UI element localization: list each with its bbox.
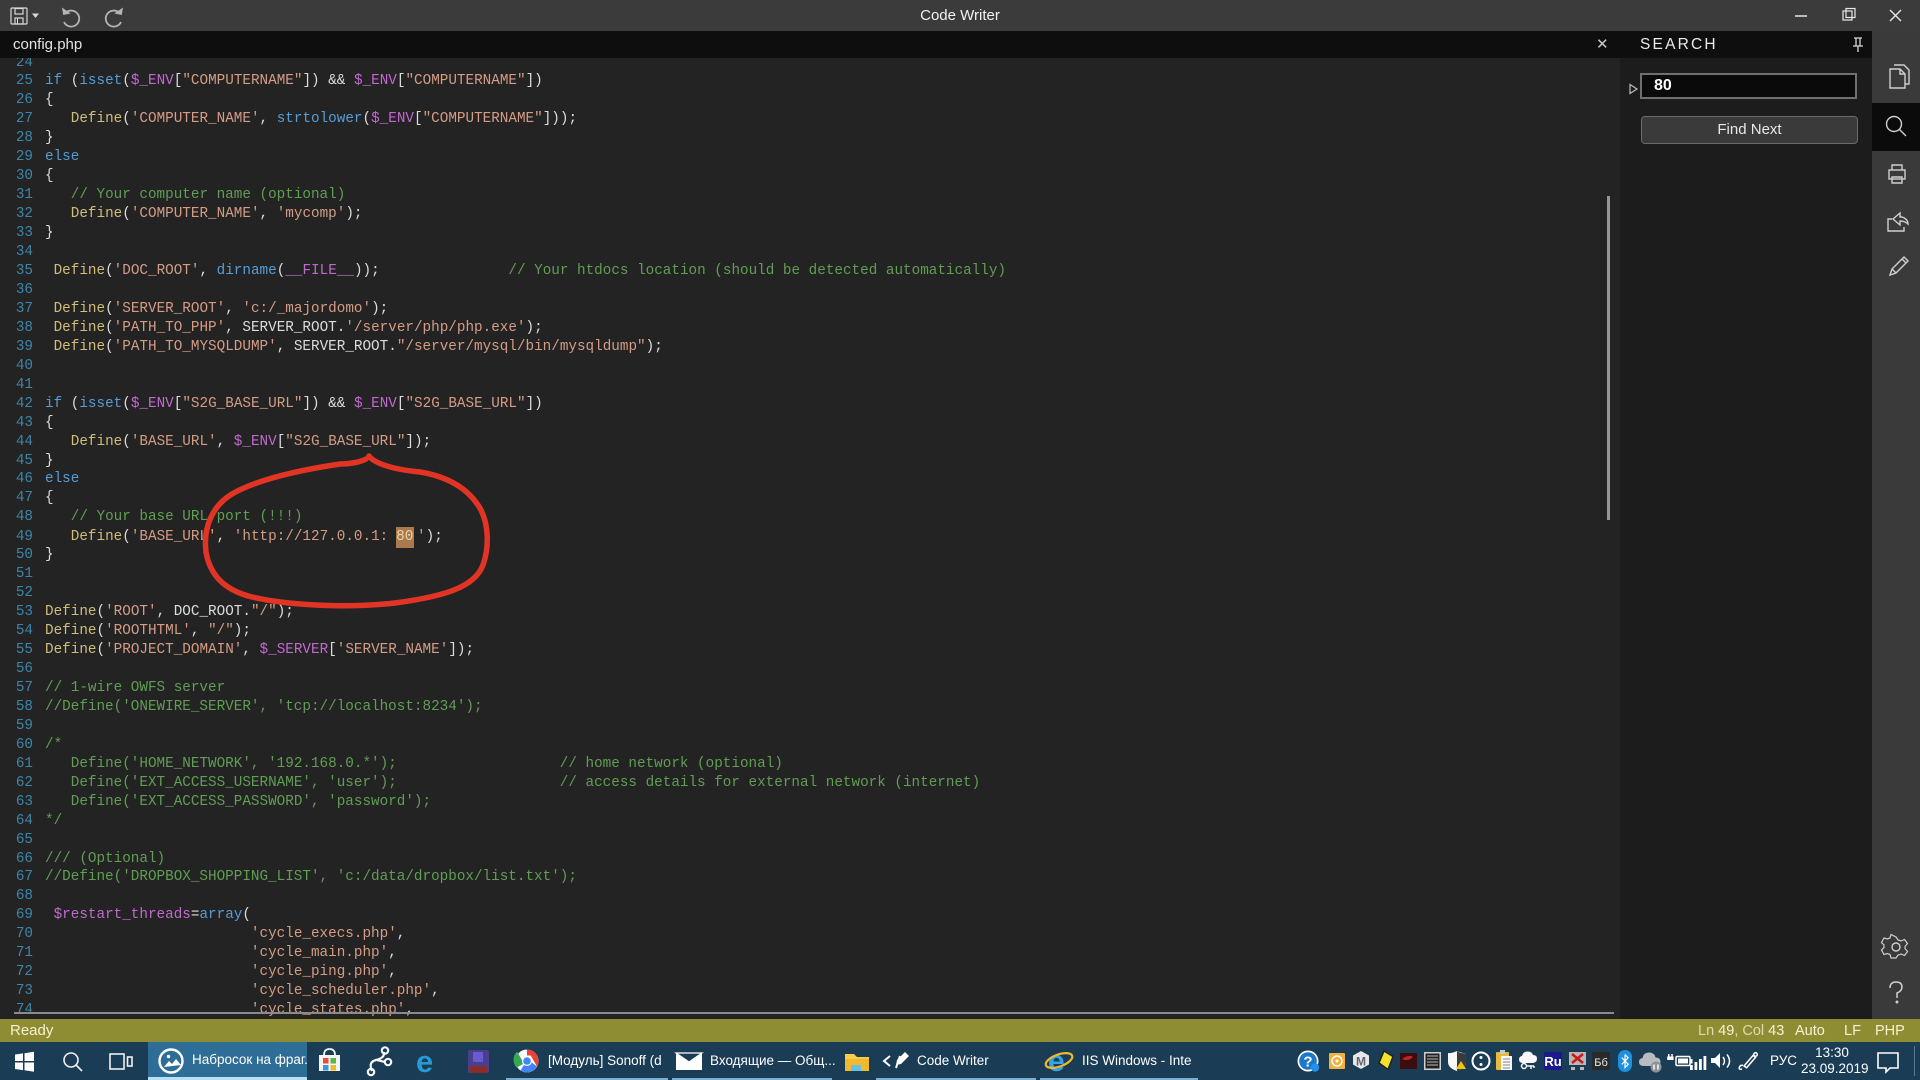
svg-text:Бб: Бб: [1594, 1057, 1608, 1069]
svg-text:M: M: [1356, 1055, 1366, 1069]
svg-text:Ru: Ru: [1544, 1054, 1561, 1069]
